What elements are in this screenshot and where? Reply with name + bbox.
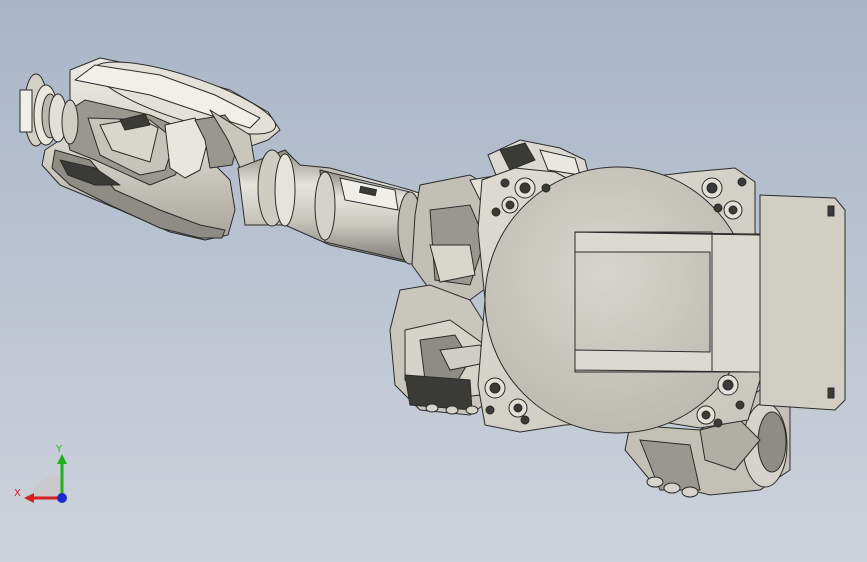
graphics-viewport[interactable]: Y X xyxy=(0,0,867,562)
z-axis-dot xyxy=(57,493,67,503)
y-axis-arrow xyxy=(57,454,67,464)
lower-arm xyxy=(389,284,496,416)
forearm-tube xyxy=(237,149,441,266)
x-axis-arrow xyxy=(24,493,34,503)
triad-plane-shade xyxy=(32,476,62,498)
y-axis-label: Y xyxy=(55,444,63,455)
main-body-plate xyxy=(477,166,846,434)
tool-flange xyxy=(19,73,79,147)
robot-arm-model[interactable] xyxy=(0,0,867,562)
x-axis-label: X xyxy=(14,488,21,499)
coordinate-triad: Y X xyxy=(14,444,67,503)
